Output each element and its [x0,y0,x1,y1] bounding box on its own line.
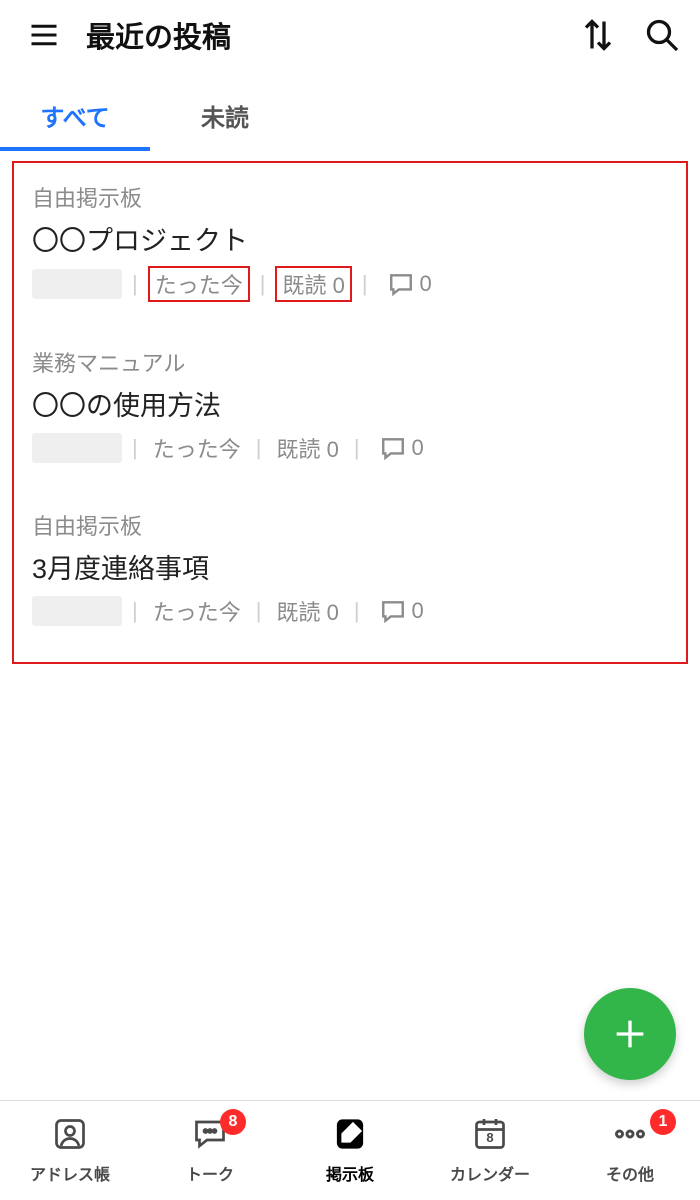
nav-board[interactable]: 掲示板 [280,1101,420,1200]
post-title: 〇〇プロジェクト [32,219,668,258]
nav-label: トーク [186,1161,234,1185]
post-time: たった今 [148,594,246,628]
tab-unread[interactable]: 未読 [150,84,300,151]
post-category: 業務マニュアル [32,346,668,378]
nav-label: アドレス帳 [30,1161,110,1185]
talk-badge: 8 [220,1109,246,1135]
post-meta: | たった今 | 既読 0 | 0 [32,431,668,465]
post-time: たった今 [148,431,246,465]
nav-label: カレンダー [450,1161,530,1185]
nav-calendar[interactable]: 8 カレンダー [420,1101,560,1200]
post-comment-count: 0 [420,271,432,297]
divider: | [256,598,262,624]
header-actions [580,17,680,53]
post-comment-count: 0 [412,598,424,624]
more-badge: 1 [650,1109,676,1135]
post-author-redacted [32,433,122,463]
tab-all[interactable]: すべて [0,84,150,151]
post-title: 〇〇の使用方法 [32,384,668,423]
comment-icon [388,271,414,297]
board-icon [332,1116,368,1157]
page-title: 最近の投稿 [86,14,580,56]
divider: | [256,435,262,461]
post-item[interactable]: 自由掲示板 〇〇プロジェクト | たった今 | 既読 0 | 0 [14,173,686,318]
calendar-day: 8 [472,1130,508,1145]
divider: | [362,271,368,297]
header: 最近の投稿 [0,0,700,66]
post-category: 自由掲示板 [32,509,668,541]
divider: | [132,598,138,624]
divider: | [354,598,360,624]
divider: | [260,271,266,297]
hamburger-menu-icon[interactable] [24,15,64,55]
post-meta: | たった今 | 既読 0 | 0 [32,266,668,302]
tabs: すべて 未読 [0,66,700,151]
more-icon [612,1116,648,1157]
post-meta: | たった今 | 既読 0 | 0 [32,594,668,628]
sort-icon[interactable] [580,17,616,53]
nav-more[interactable]: 1 その他 [560,1101,700,1200]
nav-label: その他 [606,1161,654,1185]
nav-contacts[interactable]: アドレス帳 [0,1101,140,1200]
contacts-icon [52,1116,88,1157]
divider: | [132,271,138,297]
bottom-nav: アドレス帳 8 トーク 掲示板 8 カレンダー [0,1100,700,1200]
compose-fab[interactable] [584,988,676,1080]
nav-talk[interactable]: 8 トーク [140,1101,280,1200]
comment-icon [380,598,406,624]
posts-highlight-box: 自由掲示板 〇〇プロジェクト | たった今 | 既読 0 | 0 業務マニュアル… [12,161,688,664]
post-time: たった今 [148,266,250,302]
post-read-count: 既読 0 [271,594,343,628]
post-read-count: 既読 0 [275,266,351,302]
comment-icon [380,435,406,461]
calendar-icon: 8 [472,1116,508,1157]
post-item[interactable]: 自由掲示板 3月度連絡事項 | たった今 | 既読 0 | 0 [14,501,686,644]
divider: | [354,435,360,461]
post-comment-count: 0 [412,435,424,461]
post-author-redacted [32,269,122,299]
post-author-redacted [32,596,122,626]
post-category: 自由掲示板 [32,181,668,213]
post-title: 3月度連絡事項 [32,547,668,586]
divider: | [132,435,138,461]
search-icon[interactable] [644,17,680,53]
post-read-count: 既読 0 [271,431,343,465]
post-item[interactable]: 業務マニュアル 〇〇の使用方法 | たった今 | 既読 0 | 0 [14,338,686,481]
nav-label: 掲示板 [326,1161,374,1185]
